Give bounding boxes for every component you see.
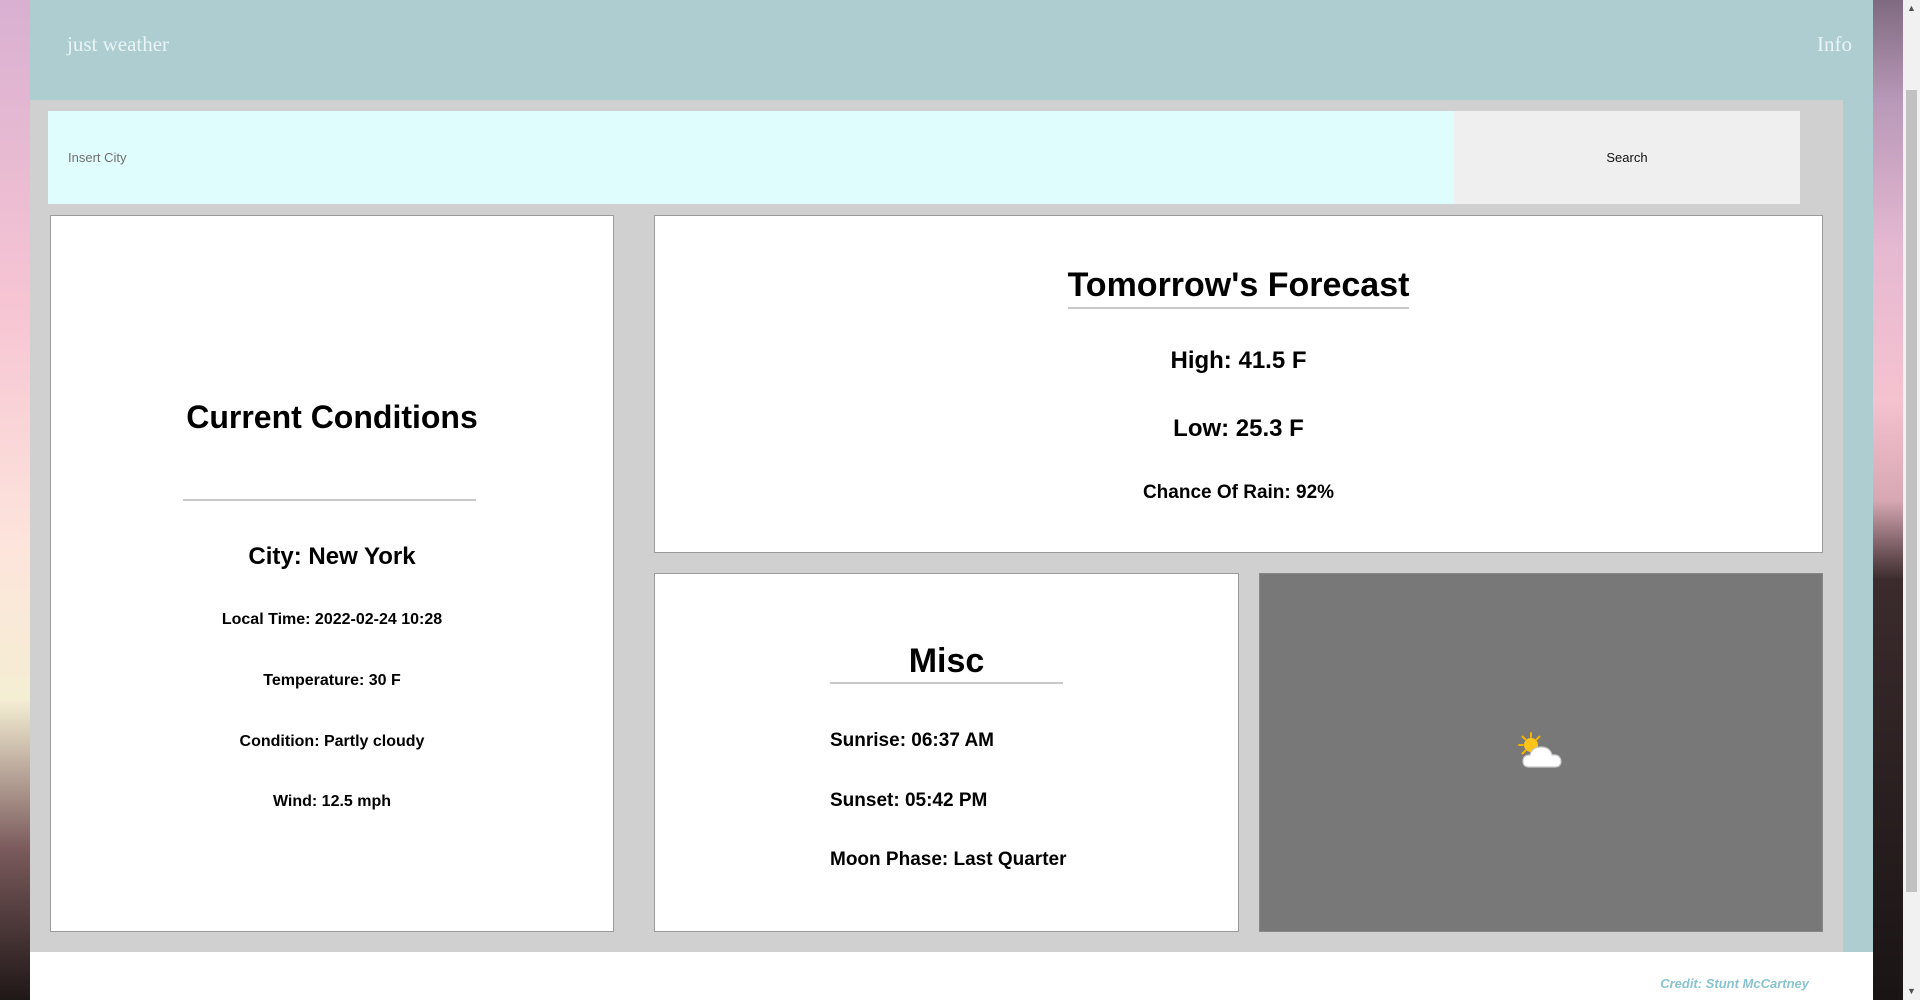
chance-of-rain: Chance Of Rain: 92% <box>1142 482 1335 503</box>
local-time-label: Local Time: 2022-02-24 10:28 <box>221 611 443 628</box>
footer: Credit: Stunt McCartney <box>30 952 1873 1000</box>
info-link[interactable]: Info <box>1817 32 1873 57</box>
current-conditions-title: Current Conditions <box>186 399 478 435</box>
moon-phase-label: Moon Phase: Last Quarter <box>830 849 1067 870</box>
divider <box>183 499 476 501</box>
background-image-right <box>1873 0 1903 1000</box>
background-image-left <box>0 0 30 1000</box>
page: just weather Info Search Current Conditi… <box>30 0 1873 1000</box>
city-search-input[interactable] <box>48 111 1454 204</box>
misc-card: Misc Sunrise: 06:37 AM Sunset: 05:42 PM … <box>654 573 1239 932</box>
current-conditions-card: Current Conditions City: New York Local … <box>50 215 614 932</box>
search-button[interactable]: Search <box>1454 111 1800 204</box>
wind-label: Wind: 12.5 mph <box>272 793 392 810</box>
vertical-scrollbar[interactable]: ▲ ▼ <box>1903 0 1920 1000</box>
credit-text: Credit: Stunt McCartney <box>1660 976 1809 991</box>
forecast-title-wrap: Tomorrow's Forecast <box>655 266 1822 309</box>
navbar: just weather Info <box>30 0 1873 100</box>
sunset-label: Sunset: 05:42 PM <box>830 790 988 811</box>
forecast-high: High: 41.5 F <box>1170 347 1307 374</box>
misc-title: Misc <box>830 642 1063 684</box>
weather-icon-card <box>1259 573 1823 932</box>
scrollbar-thumb[interactable] <box>1906 90 1917 892</box>
scroll-down-arrow-icon[interactable]: ▼ <box>1903 983 1920 1000</box>
sunrise-label: Sunrise: 06:37 AM <box>830 730 995 751</box>
misc-block: Misc Sunrise: 06:37 AM Sunset: 05:42 PM … <box>830 642 1067 870</box>
partly-cloudy-icon <box>1518 732 1562 768</box>
condition-label: Condition: Partly cloudy <box>239 733 425 750</box>
forecast-low: Low: 25.3 F <box>1173 415 1304 442</box>
forecast-card: Tomorrow's Forecast High: 41.5 F Low: 25… <box>654 215 1823 553</box>
forecast-title: Tomorrow's Forecast <box>1067 266 1410 309</box>
brand-link[interactable]: just weather <box>67 32 169 57</box>
main-container: Search Current Conditions City: New York… <box>30 100 1843 952</box>
scroll-up-arrow-icon[interactable]: ▲ <box>1903 0 1920 17</box>
city-label: City: New York <box>248 543 416 570</box>
search-bar: Search <box>48 111 1800 204</box>
temperature-label: Temperature: 30 F <box>263 672 401 689</box>
